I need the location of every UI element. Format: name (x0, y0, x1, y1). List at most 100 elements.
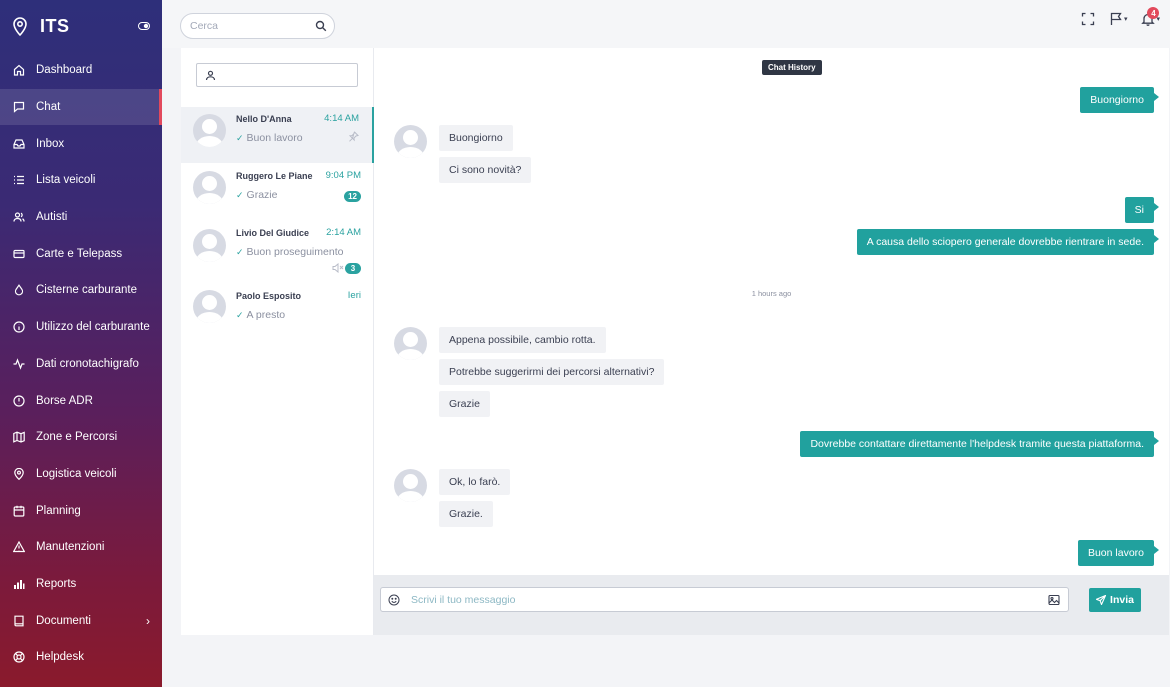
sidebar-item-label: Documenti (36, 614, 91, 627)
last-message-text: Buon lavoro (246, 132, 303, 144)
mute-icon[interactable] (332, 263, 344, 273)
location-pin-icon (13, 17, 27, 36)
contacts-panel: Nello D'Anna 4:14 AM ✓ Buon lavoro Rugger… (181, 48, 374, 635)
sidebar-item-logistica-veicoli[interactable]: Logistica veicoli (0, 456, 162, 493)
notifications-menu[interactable]: 4 ▾ (1141, 7, 1160, 26)
time-separator: 1 hours ago (751, 289, 792, 298)
sidebar-item-label: Carte e Telepass (36, 247, 123, 260)
sidebar-item-label: Borse ADR (36, 394, 93, 407)
check-icon: ✓ (236, 247, 244, 257)
contact-name: Paolo Esposito (236, 291, 302, 301)
sidebar-toggle-icon[interactable] (138, 22, 150, 30)
contact-time: Ieri (347, 290, 361, 301)
sidebar-item-label: Inbox (36, 137, 65, 150)
sidebar-item-autisti[interactable]: Autisti (0, 199, 162, 236)
sidebar-item-planning[interactable]: Planning (0, 492, 162, 529)
contact-item[interactable]: Ruggero Le Piane 9:04 PM ✓ Grazie 12 (181, 163, 374, 219)
sidebar-item-label: Chat (36, 101, 61, 114)
sidebar-item-lista-veicoli[interactable]: Lista veicoli (0, 162, 162, 199)
search-icon[interactable] (315, 20, 327, 32)
unread-count-badge: 12 (344, 191, 361, 202)
contact-time: 2:14 AM (326, 227, 361, 238)
fullscreen-icon[interactable] (1081, 12, 1095, 26)
brand: ITS (0, 0, 162, 52)
sidebar-item-zone-percorsi[interactable]: Zone e Percorsi (0, 419, 162, 456)
lifebuoy-icon (13, 651, 25, 663)
sidebar-item-label: Helpdesk (36, 651, 84, 664)
outgoing-message: Buongiorno (1080, 87, 1159, 113)
contact-name: Livio Del Giudice (236, 228, 310, 238)
contact-item[interactable]: Nello D'Anna 4:14 AM ✓ Buon lavoro (181, 107, 374, 163)
contact-item[interactable]: Livio Del Giudice 2:14 AM ✓ Buon prosegui… (181, 221, 374, 277)
sidebar-item-label: Cisterne carburante (36, 284, 137, 297)
sidebar-item-manutenzioni[interactable]: Manutenzioni (0, 529, 162, 566)
info-icon (13, 321, 25, 333)
sidebar-item-cisterne-carburante[interactable]: Cisterne carburante (0, 272, 162, 309)
sidebar-item-dati-cronotachigrafo[interactable]: Dati cronotachigrafo (0, 346, 162, 383)
flag-menu[interactable]: ▾ (1109, 12, 1128, 26)
sidebar: ITS Dashboard Chat Inbox Lista veicoli A… (0, 0, 162, 687)
outgoing-message: A causa dello sciopero generale dovrebbe… (856, 229, 1160, 255)
image-attach-icon[interactable] (1048, 594, 1060, 606)
sidebar-item-reports[interactable]: Reports (0, 566, 162, 603)
sidebar-item-label: Zone e Percorsi (36, 431, 118, 444)
incoming-message: Ci sono novità? (439, 157, 532, 183)
chevron-right-icon: › (146, 613, 150, 628)
sidebar-item-chat[interactable]: Chat (0, 88, 162, 126)
location-icon (13, 467, 25, 480)
incoming-message: Buongiorno (439, 125, 513, 151)
sidebar-item-utilizzo-carburante[interactable]: Utilizzo del carburante (0, 309, 162, 346)
message-input-box (380, 587, 1069, 612)
contact-item[interactable]: Paolo Esposito Ieri ✓ A presto (181, 284, 374, 340)
sidebar-item-label: Utilizzo del carburante (36, 321, 150, 334)
outgoing-message: Si (1124, 197, 1160, 223)
avatar (193, 229, 226, 262)
warning-icon (13, 541, 25, 553)
calendar-icon (13, 505, 25, 517)
chat-history: Chat History Buongiorno Buongiorno Ci so… (374, 48, 1169, 575)
sidebar-item-inbox[interactable]: Inbox (0, 125, 162, 162)
contact-search-field[interactable] (196, 63, 358, 87)
droplet-icon (13, 284, 25, 296)
send-button[interactable]: Invia (1089, 588, 1141, 612)
sidebar-item-label: Dashboard (36, 64, 93, 77)
topbar: ▾ 4 ▾ (162, 0, 1170, 48)
outgoing-message: Dovrebbe contattare direttamente l'helpd… (800, 431, 1159, 457)
check-icon: ✓ (236, 190, 244, 200)
chat-icon (13, 101, 25, 113)
users-icon (13, 211, 25, 223)
contact-name: Ruggero Le Piane (236, 171, 313, 181)
incoming-message: Grazie (439, 391, 490, 417)
send-button-label: Invia (1110, 594, 1134, 606)
sidebar-item-carte-telepass[interactable]: Carte e Telepass (0, 235, 162, 272)
user-icon (205, 70, 216, 81)
last-message-text: A presto (246, 309, 286, 321)
book-icon (13, 615, 25, 627)
avatar (193, 290, 226, 323)
sidebar-item-dashboard[interactable]: Dashboard (0, 52, 162, 89)
message-input[interactable] (411, 590, 1031, 609)
emoji-icon[interactable] (388, 594, 400, 606)
sidebar-item-borse-adr[interactable]: Borse ADR (0, 382, 162, 419)
avatar (394, 469, 427, 502)
contact-name: Nello D'Anna (236, 114, 292, 124)
contact-time: 9:04 PM (325, 170, 361, 181)
contact-time: 4:14 AM (324, 113, 359, 124)
incoming-message: Appena possibile, cambio rotta. (439, 327, 606, 353)
search-input[interactable] (181, 14, 301, 38)
outgoing-message: Buon lavoro (1077, 540, 1160, 566)
brand-title: ITS (40, 15, 70, 36)
send-icon (1096, 595, 1107, 605)
topbar-actions: ▾ 4 ▾ (1081, 7, 1160, 26)
sidebar-item-label: Logistica veicoli (36, 467, 117, 480)
check-icon: ✓ (236, 310, 244, 320)
chevron-down-icon: ▾ (1123, 16, 1128, 23)
pin-icon[interactable] (348, 131, 359, 142)
card-icon (13, 248, 25, 260)
incoming-message: Grazie. (439, 501, 493, 527)
sidebar-item-documenti[interactable]: Documenti › (0, 602, 162, 639)
sidebar-item-label: Autisti (36, 211, 68, 224)
map-icon (13, 431, 25, 443)
inbox-icon (13, 138, 25, 150)
sidebar-item-helpdesk[interactable]: Helpdesk (0, 639, 162, 676)
